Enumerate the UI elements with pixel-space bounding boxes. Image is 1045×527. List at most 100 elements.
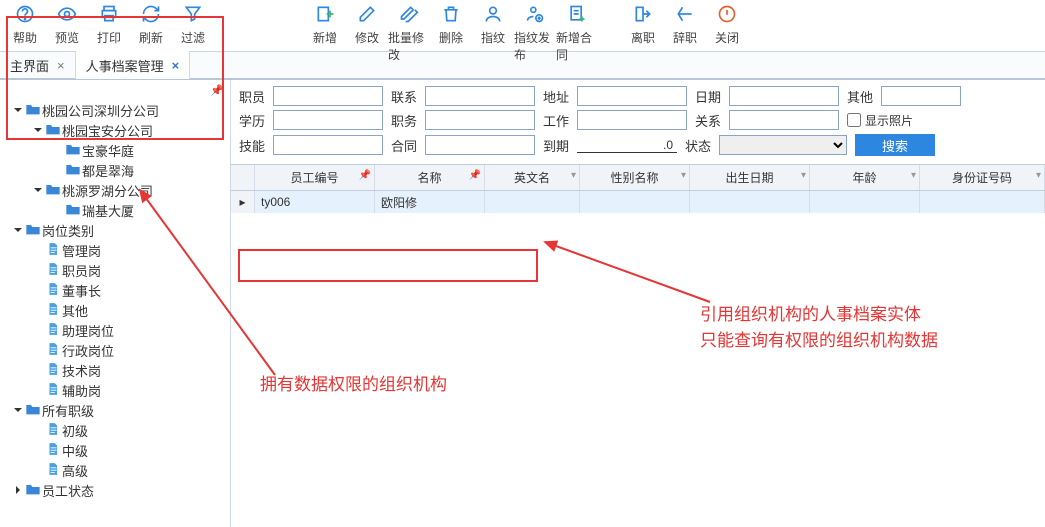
tree-node[interactable]: 员工状态 [4, 480, 230, 500]
filter-状态-select[interactable] [719, 135, 847, 155]
toolbar-leave-button[interactable]: 离职 [622, 2, 664, 48]
tree-node[interactable]: 初级 [4, 420, 230, 440]
search-button[interactable]: 搜索 [855, 134, 935, 156]
caret-icon[interactable] [12, 223, 24, 237]
column-menu-icon[interactable]: ▾ [911, 170, 916, 181]
tree-node[interactable]: 瑞基大厦 [4, 200, 230, 220]
filter-label: 日期 [695, 87, 729, 106]
tree-node[interactable]: 桃园公司深圳分公司 [4, 100, 230, 120]
tab-0[interactable]: 主界面× [0, 51, 76, 79]
filter-panel: 职员联系地址日期其他学历职务工作关系显示照片技能合同到期.0状态搜索 [231, 80, 1045, 164]
column-header[interactable]: 性别名称▾ [580, 165, 690, 190]
toolbar-filter-button[interactable]: 过滤 [172, 2, 214, 48]
caret-icon[interactable] [32, 123, 44, 137]
filter-联系-input[interactable] [425, 86, 535, 106]
tree-node[interactable]: 都是翠海 [4, 160, 230, 180]
filter-label: 到期 [543, 136, 577, 155]
new-contract-icon [567, 4, 587, 27]
caret-icon[interactable] [12, 103, 24, 117]
toolbar-fp-publish-button[interactable]: 指纹发布 [514, 2, 556, 65]
cell[interactable] [920, 191, 1045, 213]
tab-1[interactable]: 人事档案管理× [76, 51, 191, 79]
filter-日期-input[interactable] [729, 86, 839, 106]
tree-node[interactable]: 技术岗 [4, 360, 230, 380]
folder-closed-icon [24, 102, 42, 119]
fingerprint-icon [483, 4, 503, 27]
filter-地址-input[interactable] [577, 86, 687, 106]
toolbar-refresh-button[interactable]: 刷新 [130, 2, 172, 48]
file-icon [44, 382, 62, 399]
column-menu-icon[interactable]: ▾ [571, 170, 576, 181]
tree-node[interactable]: 职员岗 [4, 260, 230, 280]
add-icon [315, 4, 335, 27]
main-area: 📌 桃园公司深圳分公司桃园宝安分公司宝豪华庭都是翠海桃源罗湖分公司瑞基大厦岗位类… [0, 80, 1045, 527]
leave-icon [633, 4, 653, 27]
cell[interactable] [485, 191, 580, 213]
filter-label: 关系 [695, 111, 729, 130]
filter-职员-input[interactable] [273, 86, 383, 106]
tree-node[interactable]: 其他 [4, 300, 230, 320]
column-header[interactable]: 英文名▾ [485, 165, 580, 190]
tree-node[interactable]: 管理岗 [4, 240, 230, 260]
filter-关系-input[interactable] [729, 110, 839, 130]
toolbar-help-button[interactable]: 帮助 [4, 2, 46, 48]
file-icon [44, 342, 62, 359]
tree-node[interactable]: 行政岗位 [4, 340, 230, 360]
show-photo-checkbox[interactable] [847, 113, 861, 127]
column-header[interactable]: 年龄▾ [810, 165, 920, 190]
toolbar-add-button[interactable]: 新增 [304, 2, 346, 48]
tree-node[interactable]: 宝豪华庭 [4, 140, 230, 160]
tree-node[interactable]: 所有职级 [4, 400, 230, 420]
filter-学历-input[interactable] [273, 110, 383, 130]
cell[interactable]: ty006 [255, 191, 375, 213]
column-header[interactable]: 身份证号码▾ [920, 165, 1045, 190]
sidebar-pin[interactable]: 📌 [0, 84, 230, 98]
tree-node[interactable]: 桃园宝安分公司 [4, 120, 230, 140]
column-header[interactable]: 员工编号📌 [255, 165, 375, 190]
column-header[interactable]: 出生日期▾ [690, 165, 810, 190]
pin-icon[interactable]: 📌 [359, 170, 371, 181]
tree-node[interactable]: 岗位类别 [4, 220, 230, 240]
tree-node[interactable]: 辅助岗 [4, 380, 230, 400]
toolbar-close-button[interactable]: 关闭 [706, 2, 748, 48]
cell[interactable] [810, 191, 920, 213]
filter-到期-input[interactable]: .0 [577, 138, 677, 153]
tree-node[interactable]: 助理岗位 [4, 320, 230, 340]
toolbar-new-contract-button[interactable]: 新增合同 [556, 2, 598, 65]
toolbar-preview-button[interactable]: 预览 [46, 2, 88, 48]
tree-node[interactable]: 董事长 [4, 280, 230, 300]
cell[interactable] [690, 191, 810, 213]
filter-工作-input[interactable] [577, 110, 687, 130]
caret-icon[interactable] [12, 483, 24, 497]
filter-职务-input[interactable] [425, 110, 535, 130]
tab-close-icon[interactable]: × [172, 58, 180, 73]
table-row[interactable]: ▸ty006欧阳修 [231, 191, 1045, 213]
column-header[interactable]: 名称📌 [375, 165, 485, 190]
column-menu-icon[interactable]: ▾ [1036, 170, 1041, 181]
toolbar-edit-button[interactable]: 修改 [346, 2, 388, 48]
filter-技能-input[interactable] [273, 135, 383, 155]
grid-header: 员工编号📌名称📌英文名▾性别名称▾出生日期▾年龄▾身份证号码▾ [231, 165, 1045, 191]
tab-close-icon[interactable]: × [57, 58, 65, 73]
cell[interactable] [580, 191, 690, 213]
pin-icon[interactable]: 📌 [469, 170, 481, 181]
help-icon [15, 4, 35, 27]
tree-node[interactable]: 桃源罗湖分公司 [4, 180, 230, 200]
cell[interactable]: 欧阳修 [375, 191, 485, 213]
filter-其他-input[interactable] [881, 86, 961, 106]
toolbar-print-button[interactable]: 打印 [88, 2, 130, 48]
filter-合同-input[interactable] [425, 135, 535, 155]
caret-icon[interactable] [12, 403, 24, 417]
caret-icon[interactable] [32, 183, 44, 197]
file-icon [44, 462, 62, 479]
toolbar-fingerprint-button[interactable]: 指纹 [472, 2, 514, 48]
file-icon [44, 362, 62, 379]
column-menu-icon[interactable]: ▾ [681, 170, 686, 181]
toolbar-batch-edit-button[interactable]: 批量修改 [388, 2, 430, 65]
toolbar-delete-button[interactable]: 删除 [430, 2, 472, 48]
tree-node[interactable]: 高级 [4, 460, 230, 480]
column-menu-icon[interactable]: ▾ [801, 170, 806, 181]
tree-node[interactable]: 中级 [4, 440, 230, 460]
toolbar-resign-button[interactable]: 辞职 [664, 2, 706, 48]
filter-label: 职员 [239, 87, 273, 106]
